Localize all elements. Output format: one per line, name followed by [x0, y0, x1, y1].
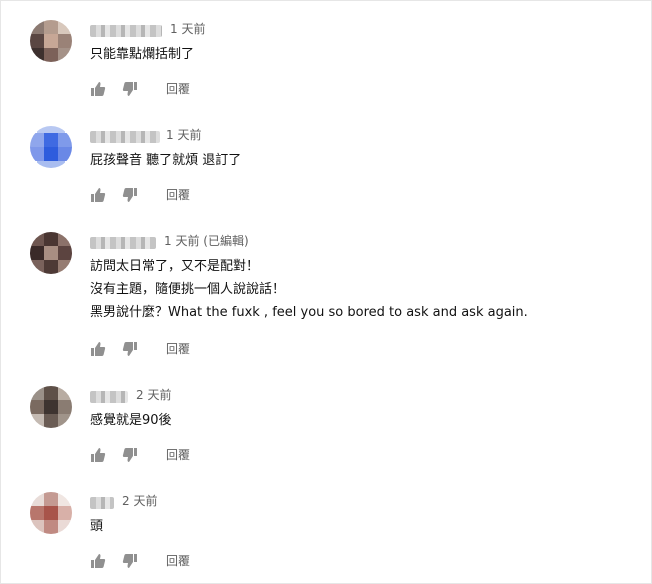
thumbs-up-icon[interactable] — [90, 553, 106, 569]
thumbs-down-icon[interactable] — [122, 553, 138, 569]
comment-timestamp[interactable]: 2 天前 — [122, 492, 157, 510]
comment-line: 屁孩聲音 聽了就煩 退訂了 — [90, 153, 242, 168]
avatar[interactable] — [30, 126, 72, 168]
reply-button[interactable]: 回覆 — [166, 341, 190, 357]
avatar[interactable] — [30, 386, 72, 428]
author-blur — [90, 497, 114, 509]
comment-text: 只能靠點爛括制了 — [90, 43, 194, 66]
comment-text: 訪問太日常了，又不是配對！ 沒有主題，隨便挑一個人說說話！ 黑男說什麼？What… — [90, 255, 528, 324]
reply-button[interactable]: 回覆 — [166, 187, 190, 203]
thumbs-down-icon[interactable] — [122, 447, 138, 463]
reply-button[interactable]: 回覆 — [166, 81, 190, 97]
thumbs-down-icon[interactable] — [122, 187, 138, 203]
comment-timestamp[interactable]: 2 天前 — [136, 386, 171, 404]
thumbs-up-icon[interactable] — [90, 447, 106, 463]
thumbs-up-icon[interactable] — [90, 341, 106, 357]
comment-line: 感覺就是90後 — [90, 413, 172, 428]
avatar[interactable] — [30, 232, 72, 274]
author-blur — [90, 131, 160, 143]
comment-text: 頭 — [90, 515, 103, 538]
thumbs-down-icon[interactable] — [122, 341, 138, 357]
comment-line: 訪問太日常了，又不是配對！ — [90, 259, 260, 274]
thumbs-up-icon[interactable] — [90, 187, 106, 203]
comment-line: 沒有主題，隨便挑一個人說說話！ — [90, 282, 286, 297]
thumbs-up-icon[interactable] — [90, 81, 106, 97]
thumbs-down-icon[interactable] — [122, 81, 138, 97]
comment-line: 只能靠點爛括制了 — [90, 47, 195, 62]
comment-timestamp[interactable]: 1 天前 — [170, 20, 205, 38]
author-blur — [90, 391, 128, 403]
author-blur — [90, 25, 162, 37]
comment-text: 屁孩聲音 聽了就煩 退訂了 — [90, 149, 241, 172]
avatar[interactable] — [30, 492, 72, 534]
comment-line: 黑男說什麼？What the fuxk , feel you so bored … — [90, 305, 528, 320]
avatar[interactable] — [30, 20, 72, 62]
reply-button[interactable]: 回覆 — [166, 553, 190, 569]
author-blur — [90, 237, 156, 249]
reply-button[interactable]: 回覆 — [166, 447, 190, 463]
comment-timestamp[interactable]: 1 天前 — [166, 126, 201, 144]
comment-line: 頭 — [90, 519, 104, 534]
comment-timestamp[interactable]: 1 天前 (已編輯) — [164, 232, 249, 250]
comment-text: 感覺就是90後 — [90, 409, 172, 432]
